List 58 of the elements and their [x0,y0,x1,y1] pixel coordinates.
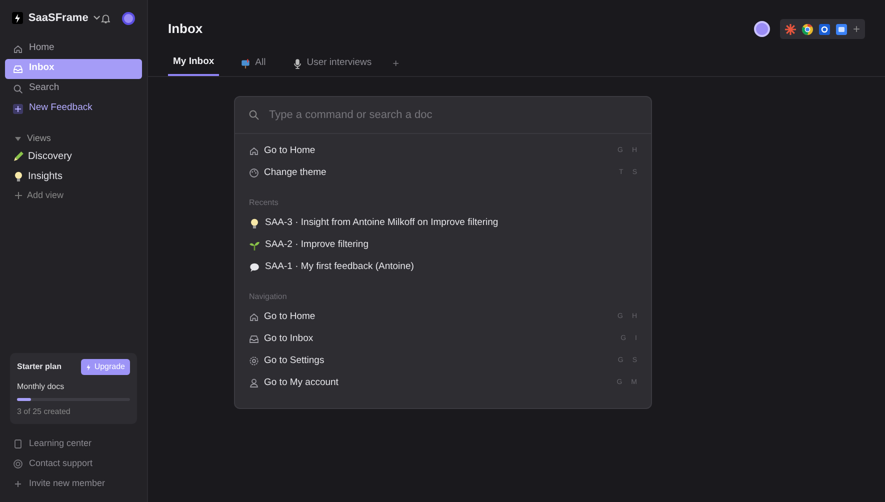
asterisk-icon[interactable] [784,24,796,34]
home-icon [249,312,259,322]
tab[interactable]: User interviews [286,57,377,76]
settings-icon [249,356,259,366]
bell-icon[interactable] [100,12,110,24]
circle-app-icon[interactable] [818,24,830,34]
search-icon [13,84,23,94]
plus-icon [13,104,23,114]
browser-icon[interactable] [802,24,813,34]
tab[interactable]: My Inbox [168,57,220,76]
home-icon [13,44,23,54]
tab[interactable]: All [235,57,271,76]
speech-bubble-icon [249,262,260,272]
usage-text: 3 of 25 created [17,406,72,418]
command-item[interactable]: SAA-1 · My first feedback (Antoine) [235,256,651,278]
plan-name: Starter plan [17,361,62,373]
section-heading: Navigation [248,291,288,303]
sidebar-footer-link[interactable]: Invite new member [5,474,142,494]
metric-label: Monthly docs [17,381,66,393]
sidebar-item[interactable]: Search [5,78,142,98]
caret-down-icon[interactable] [15,136,21,140]
book-icon [13,439,23,449]
plus-icon [13,479,23,489]
search-icon [249,110,259,120]
inbox-icon [249,334,259,344]
section-label: Views [27,132,51,145]
add-integration-button[interactable]: + [852,23,860,35]
sidebar-view-item[interactable]: Insights [5,166,142,186]
pencil-icon [13,151,24,162]
palette-icon [249,168,259,178]
workspace-name[interactable]: SaaSFrame [28,10,88,26]
sidebar-footer-link[interactable]: Contact support [5,454,142,474]
mailbox-icon [240,58,252,69]
microphone-icon [292,58,303,69]
message-app-icon[interactable] [836,24,847,34]
home-icon [249,146,259,156]
sidebar-view-item[interactable]: Discovery [5,146,142,166]
logo-icon [12,12,24,24]
sprout-icon [249,240,260,250]
user-icon [249,378,259,388]
sidebar-footer-link[interactable]: Learning center [5,434,142,454]
command-item[interactable]: SAA-2 · Improve filtering [235,234,651,256]
lightbulb-icon [13,171,24,182]
avatar[interactable] [122,12,135,25]
section-heading: Recents [248,197,280,209]
plus-icon[interactable] [15,192,22,199]
add-tab-button[interactable]: + [392,59,400,76]
command-item[interactable]: SAA-3 · Insight from Antoine Milkoff on Improve filtering [235,212,651,234]
lightning-icon [86,364,92,370]
sidebar-item[interactable]: New Feedback [5,98,142,118]
lifebuoy-icon [13,459,23,469]
chevron-down-icon[interactable] [93,15,101,22]
lightbulb-icon [249,218,260,228]
page-title: Inbox [168,20,203,38]
add-view-link[interactable]: Add view [27,188,64,202]
command-search-field[interactable]: Type a command or search a doc [269,106,637,124]
inbox-icon [13,64,23,74]
sidebar-item[interactable]: Home [5,38,142,58]
